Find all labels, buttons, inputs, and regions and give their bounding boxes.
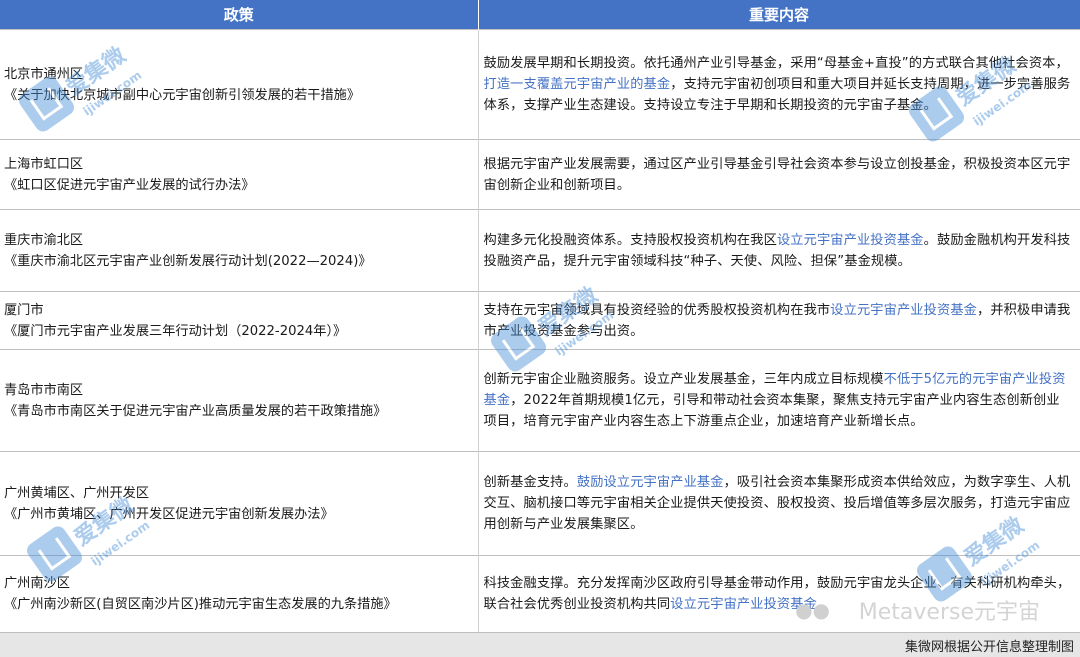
region-name: 北京市通州区 bbox=[4, 66, 84, 82]
wechat-icon: ●● bbox=[795, 598, 830, 622]
content-cell: 创新元宇宙企业融资服务。设立产业发展基金，三年内成立目标规模不低于5亿元的元宇宙… bbox=[478, 349, 1080, 452]
content-cell: 创新基金支持。鼓励设立元宇宙产业基金，吸引社会资本集聚形成资本供给效应，为数字孪… bbox=[478, 451, 1080, 556]
region-name: 厦门市 bbox=[4, 302, 44, 318]
table-row: 广州黄埔区、广州开发区 《广州市黄埔区、广州开发区促进元宇宙创新发展办法》 创新基金… bbox=[0, 451, 1080, 556]
policy-title: 《厦门市元宇宙产业发展三年行动计划（2022-2024年）》 bbox=[4, 323, 347, 339]
policy-title: 《青岛市市南区关于促进元宇宙产业高质量发展的若干政策措施》 bbox=[4, 403, 387, 419]
table-row: 北京市通州区 《关于加快北京城市副中心元宇宙创新引领发展的若干措施》 鼓励发展早期和… bbox=[0, 29, 1080, 140]
footer: 集微网根据公开信息整理制图 bbox=[0, 632, 1080, 657]
policy-cell: 北京市通州区《关于加快北京城市副中心元宇宙创新引领发展的若干措施》 bbox=[0, 29, 479, 140]
policy-title: 《广州南沙新区(自贸区南沙片区)推动元宇宙生态发展的九条措施》 bbox=[4, 596, 397, 612]
region-name: 重庆市渝北区 bbox=[4, 232, 84, 248]
content-cell: 鼓励发展早期和长期投资。依托通州产业引导基金，采用“母基金+直投”的方式联合其他… bbox=[478, 29, 1080, 140]
highlight-text: 打造一支覆盖元宇宙产业的基金 bbox=[483, 77, 671, 92]
region-name: 广州南沙区 bbox=[4, 575, 70, 591]
content-text: 根据元宇宙产业发展需要，通过区产业引导基金引导社会资本参与设立创投基金，积极投资… bbox=[483, 156, 1071, 193]
policy-table: 政策 重要内容 北京市通州区《关于加快北京城市副中心元宇宙创新引领发展的若干措施… bbox=[0, 0, 1080, 632]
content-cell: 构建多元化投融资体系。支持股权投资机构在我区设立元宇宙产业投资基金。鼓励金融机构… bbox=[478, 209, 1080, 292]
policy-cell: 上海市虹口区《虹口区促进元宇宙产业发展的试行办法》 bbox=[0, 139, 479, 210]
highlight-text: 设立元宇宙产业投资基金 bbox=[830, 302, 977, 318]
content-cell: 支持在元宇宙领域具有投资经验的优秀股权投资机构在我市设立元宇宙产业投资基金，并积… bbox=[478, 291, 1080, 350]
table-row: 青岛市市南区 《青岛市市南区关于促进元宇宙产业高质量发展的若干政策措施》 创新元宇宙… bbox=[0, 349, 1080, 452]
table-row: 重庆市渝北区 《重庆市渝北区元宇宙产业创新发展行动计划(2022—2024)》 构建… bbox=[0, 209, 1080, 292]
header-policy: 政策 bbox=[0, 0, 479, 30]
content-text: 支持在元宇宙领域具有投资经验的优秀股权投资机构在我市 bbox=[483, 302, 831, 318]
source-note: 集微网根据公开信息整理制图 bbox=[904, 640, 1074, 655]
policy-title: 《虹口区促进元宇宙产业发展的试行办法》 bbox=[4, 177, 255, 193]
highlight-text: 设立元宇宙产业投资基金 bbox=[776, 232, 924, 248]
region-name: 广州黄埔区、广州开发区 bbox=[4, 485, 150, 501]
content-text: 构建多元化投融资体系。支持股权投资机构在我区 bbox=[483, 232, 777, 248]
policy-cell: 厦门市《厦门市元宇宙产业发展三年行动计划（2022-2024年）》 bbox=[0, 291, 479, 350]
table-row: 厦门市 《厦门市元宇宙产业发展三年行动计划（2022-2024年）》 支持在元宇宙领… bbox=[0, 291, 1080, 350]
policy-cell: 广州南沙区《广州南沙新区(自贸区南沙片区)推动元宇宙生态发展的九条措施》 bbox=[0, 555, 479, 632]
policy-cell: 广州黄埔区、广州开发区《广州市黄埔区、广州开发区促进元宇宙创新发展办法》 bbox=[0, 451, 479, 556]
policy-title: 《关于加快北京城市副中心元宇宙创新引领发展的若干措施》 bbox=[4, 87, 361, 103]
table-header: 政策 重要内容 bbox=[0, 0, 1080, 30]
table-row: 上海市虹口区 《虹口区促进元宇宙产业发展的试行办法》 根据元宇宙产业发展需要，通过区… bbox=[0, 139, 1080, 210]
content-text: 鼓励发展早期和长期投资。依托通州产业引导基金，采用“母基金+直投”的方式联合其他… bbox=[483, 56, 1069, 71]
content-text: 创新基金支持。 bbox=[483, 475, 577, 490]
content-text: ，2022年首期规模1亿元，引导和带动社会资本集聚，聚焦支持元宇宙产业内容生态创… bbox=[483, 393, 1060, 429]
brand-label: Metaverse元宇宙 bbox=[858, 600, 1040, 625]
policy-title: 《重庆市渝北区元宇宙产业创新发展行动计划(2022—2024)》 bbox=[4, 253, 372, 269]
policy-cell: 重庆市渝北区《重庆市渝北区元宇宙产业创新发展行动计划(2022—2024)》 bbox=[0, 209, 479, 292]
policy-cell: 青岛市市南区《青岛市市南区关于促进元宇宙产业高质量发展的若干政策措施》 bbox=[0, 349, 479, 452]
region-name: 青岛市市南区 bbox=[4, 382, 84, 398]
highlight-text: 鼓励设立元宇宙产业基金 bbox=[576, 475, 724, 490]
region-name: 上海市虹口区 bbox=[4, 156, 84, 172]
header-content: 重要内容 bbox=[478, 0, 1080, 30]
policy-title: 《广州市黄埔区、广州开发区促进元宇宙创新发展办法》 bbox=[4, 506, 334, 522]
content-cell: 根据元宇宙产业发展需要，通过区产业引导基金引导社会资本参与设立创投基金，积极投资… bbox=[478, 139, 1080, 210]
content-text: 创新元宇宙企业融资服务。设立产业发展基金，三年内成立目标规模 bbox=[483, 372, 884, 387]
